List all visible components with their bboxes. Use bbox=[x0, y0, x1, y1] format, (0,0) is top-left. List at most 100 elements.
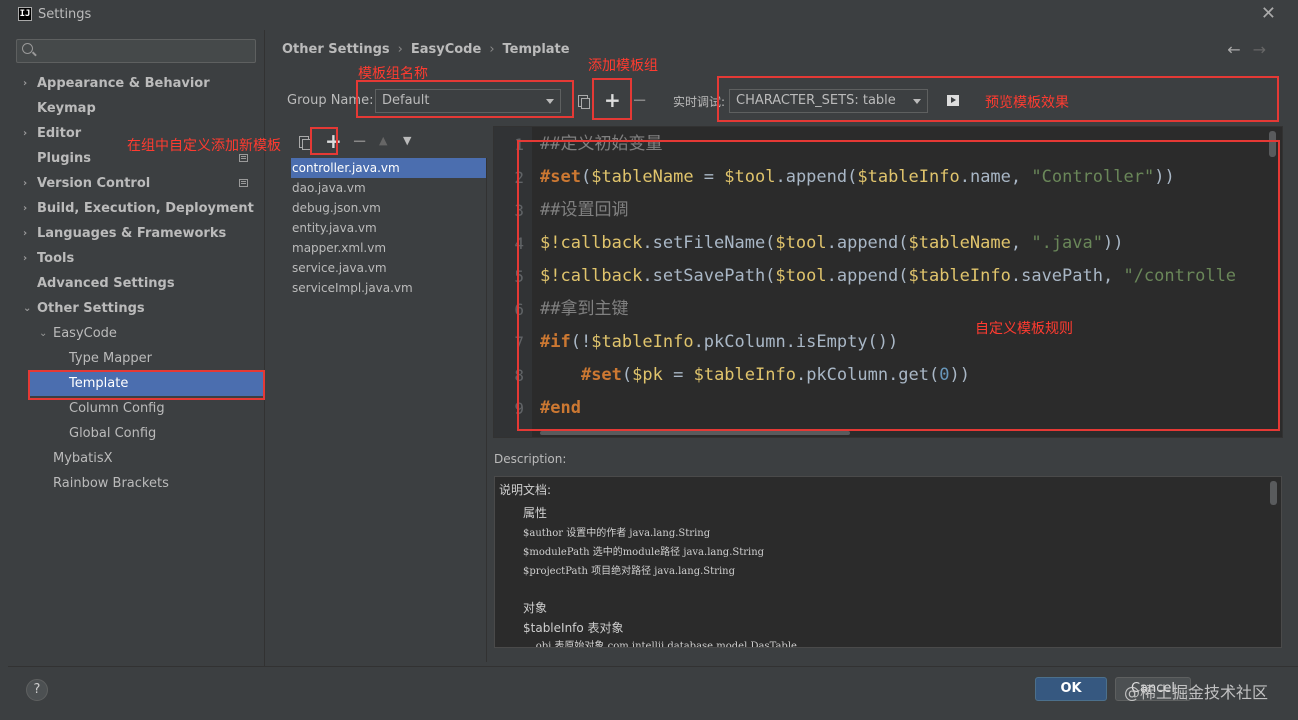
preview-run-icon[interactable] bbox=[947, 95, 959, 106]
sidebar-item-other-settings[interactable]: ⌄ Other Settings bbox=[23, 296, 256, 321]
remove-template-button[interactable]: − bbox=[352, 131, 367, 152]
line-number: 2 bbox=[514, 168, 524, 187]
sidebar-item-global-config[interactable]: Global Config bbox=[69, 421, 256, 446]
back-arrow-icon[interactable]: ← bbox=[1227, 40, 1252, 59]
breadcrumb-separator: › bbox=[489, 42, 495, 57]
sidebar-item-label: Global Config bbox=[69, 426, 157, 441]
horizontal-scrollbar[interactable] bbox=[540, 431, 850, 435]
settings-dialog: IJ Settings ✕ › Appearance & Behavior Keym… bbox=[8, 0, 1298, 720]
line-number: 1 bbox=[514, 135, 524, 154]
description-line: $modulePath 选中的module路径 java.lang.String bbox=[523, 547, 765, 558]
chevron-right-icon[interactable]: › bbox=[23, 121, 27, 146]
sidebar-item-type-mapper[interactable]: Type Mapper bbox=[69, 346, 256, 371]
move-down-icon[interactable]: ▼ bbox=[403, 134, 411, 147]
copy-group-icon[interactable] bbox=[578, 95, 590, 109]
chevron-down-icon bbox=[546, 99, 554, 104]
sidebar-item-template[interactable]: Template bbox=[28, 371, 264, 396]
history-navigation: ←→ bbox=[1227, 40, 1278, 59]
template-file-item[interactable]: dao.java.vm bbox=[291, 178, 486, 198]
sidebar-item-label: Column Config bbox=[69, 401, 165, 416]
template-file-item[interactable]: mapper.xml.vm bbox=[291, 238, 486, 258]
description-line: $tableInfo 表对象 bbox=[523, 621, 624, 635]
chevron-right-icon[interactable]: › bbox=[23, 71, 27, 96]
sidebar-item-label: EasyCode bbox=[53, 326, 117, 341]
description-line: $author 设置中的作者 java.lang.String bbox=[523, 528, 711, 539]
sidebar-item-mybatisx[interactable]: MybatisX bbox=[53, 446, 256, 471]
template-file-item[interactable]: service.java.vm bbox=[291, 258, 486, 278]
code-text: #end bbox=[540, 398, 581, 418]
settings-search-input[interactable] bbox=[16, 39, 256, 63]
chevron-right-icon[interactable]: › bbox=[23, 221, 27, 246]
annotation-add-template: 在组中自定义添加新模板 bbox=[127, 138, 281, 154]
add-group-button[interactable]: + bbox=[604, 88, 621, 112]
sidebar-item-version-control[interactable]: › Version Control bbox=[23, 171, 256, 196]
sidebar-item-rainbow-brackets[interactable]: Rainbow Brackets bbox=[53, 471, 256, 496]
template-settings-panel: Other Settings › EasyCode › Template ←→ Grou… bbox=[264, 30, 1298, 666]
ok-button[interactable]: OK bbox=[1035, 677, 1107, 701]
sidebar-item-appearance-behavior[interactable]: › Appearance & Behavior bbox=[23, 71, 256, 96]
copy-template-icon[interactable] bbox=[299, 136, 311, 150]
line-number: 6 bbox=[514, 300, 524, 319]
template-file-item[interactable]: entity.java.vm bbox=[291, 218, 486, 238]
sidebar-item-label: Plugins bbox=[37, 151, 91, 166]
intellij-app-icon: IJ bbox=[18, 7, 32, 21]
template-file-list: controller.java.vm dao.java.vm debug.json.… bbox=[291, 158, 487, 662]
annotation-group-name: 模板组名称 bbox=[358, 66, 428, 82]
chevron-right-icon[interactable]: › bbox=[23, 171, 27, 196]
template-file-item[interactable]: controller.java.vm bbox=[291, 158, 486, 178]
watermark-text: @稀土掘金技术社区 bbox=[1124, 683, 1269, 702]
breadcrumb-separator: › bbox=[397, 42, 403, 57]
breadcrumb-item: Template bbox=[502, 42, 570, 57]
code-text: ##拿到主键 bbox=[540, 299, 629, 319]
chevron-right-icon[interactable]: › bbox=[23, 196, 27, 221]
project-settings-icon bbox=[239, 179, 248, 187]
sidebar-item-build-execution-deployment[interactable]: › Build, Execution, Deployment bbox=[23, 196, 256, 221]
code-text: #set($tableName = $tool.append($tableInf… bbox=[540, 167, 1175, 187]
chevron-down-icon bbox=[913, 99, 921, 104]
close-icon[interactable]: ✕ bbox=[1261, 3, 1276, 24]
add-template-button[interactable]: + bbox=[325, 129, 342, 153]
description-panel: 说明文档: 属性 $author 设置中的作者 java.lang.String $m… bbox=[494, 476, 1282, 648]
template-code-editor[interactable]: 1 ##定义初始变量 2 #set($tableName = $tool.append… bbox=[493, 126, 1283, 438]
sidebar-item-column-config[interactable]: Column Config bbox=[69, 396, 256, 421]
annotation-rules: 自定义模板规则 bbox=[975, 321, 1073, 337]
code-text: #if(!$tableInfo.pkColumn.isEmpty()) bbox=[540, 332, 899, 352]
code-text: #set($pk = $tableInfo.pkColumn.get(0)) bbox=[580, 365, 970, 385]
code-text: ##定义初始变量 bbox=[540, 134, 663, 154]
sidebar-item-advanced-settings[interactable]: Advanced Settings bbox=[37, 271, 256, 296]
remove-group-button[interactable]: − bbox=[632, 90, 647, 111]
sidebar-item-keymap[interactable]: Keymap bbox=[37, 96, 256, 121]
vertical-scrollbar[interactable] bbox=[1269, 131, 1276, 157]
sidebar-item-label: Version Control bbox=[37, 176, 151, 191]
description-scrollbar[interactable] bbox=[1270, 481, 1277, 505]
code-text: $!callback.setSavePath($tool.append($tab… bbox=[540, 266, 1237, 286]
template-file-item[interactable]: serviceImpl.java.vm bbox=[291, 278, 486, 298]
group-name-label: Group Name: bbox=[287, 93, 374, 108]
sidebar-item-languages-frameworks[interactable]: › Languages & Frameworks bbox=[23, 221, 256, 246]
chevron-down-icon[interactable]: ⌄ bbox=[39, 321, 47, 346]
dialog-footer: ? OK Cancel @稀土掘金技术社区 bbox=[8, 666, 1298, 720]
breadcrumb-item: Other Settings bbox=[282, 42, 390, 57]
description-line: $projectPath 项目绝对路径 java.lang.String bbox=[523, 566, 735, 577]
sidebar-item-label: Editor bbox=[37, 126, 82, 141]
help-button[interactable]: ? bbox=[26, 679, 48, 701]
line-number: 9 bbox=[514, 399, 524, 418]
move-up-icon[interactable]: ▲ bbox=[379, 134, 387, 147]
sidebar-item-easycode[interactable]: ⌄ EasyCode bbox=[39, 321, 256, 346]
template-file-item[interactable]: debug.json.vm bbox=[291, 198, 486, 218]
line-number: 8 bbox=[514, 366, 524, 385]
forward-arrow-icon[interactable]: → bbox=[1253, 40, 1278, 59]
group-name-select[interactable]: Default bbox=[375, 89, 561, 113]
line-number: 7 bbox=[514, 333, 524, 352]
project-settings-icon bbox=[239, 154, 248, 162]
chevron-right-icon[interactable]: › bbox=[23, 246, 27, 271]
line-number: 3 bbox=[514, 201, 524, 220]
sidebar-item-tools[interactable]: › Tools bbox=[23, 246, 256, 271]
sidebar-item-label: Languages & Frameworks bbox=[37, 226, 227, 241]
preview-table-select[interactable]: CHARACTER_SETS: table bbox=[729, 89, 928, 113]
chevron-down-icon[interactable]: ⌄ bbox=[23, 296, 31, 321]
preview-table-value: CHARACTER_SETS: table bbox=[736, 93, 896, 108]
sidebar-item-label: Tools bbox=[37, 251, 75, 266]
sidebar-item-label: Template bbox=[69, 376, 129, 391]
search-icon bbox=[22, 43, 33, 54]
